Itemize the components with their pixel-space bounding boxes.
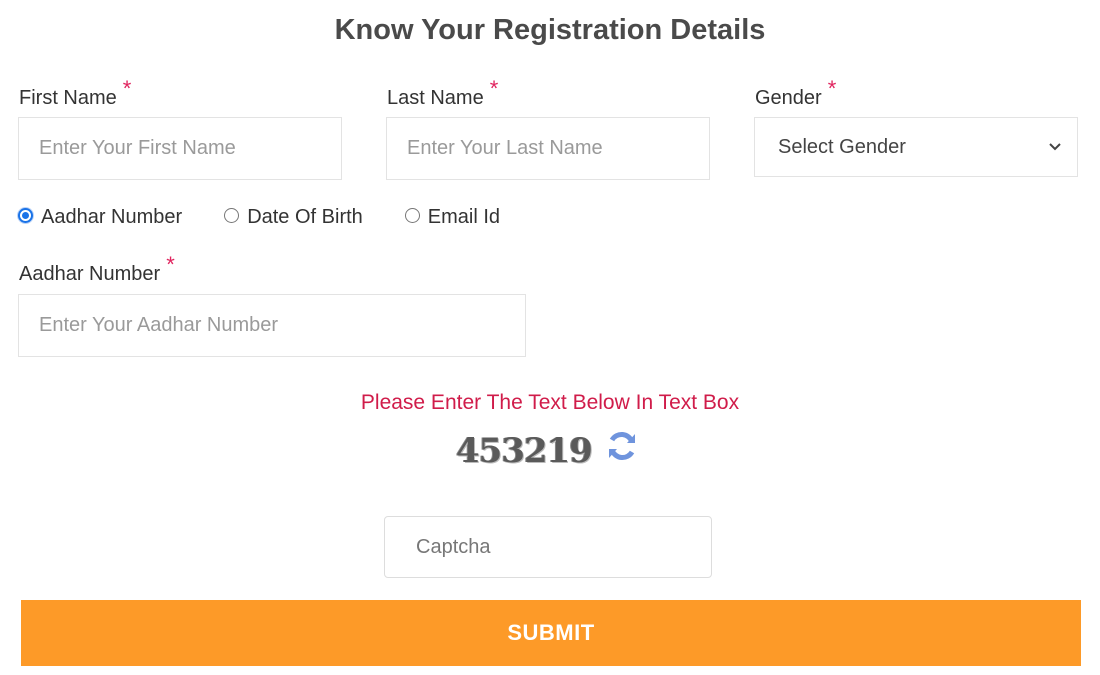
last-name-label-text: Last Name — [387, 87, 484, 109]
radio-label: Email Id — [427, 206, 501, 228]
required-mark: * — [122, 76, 132, 101]
radio-label: Aadhar Number — [41, 206, 183, 228]
aadhar-number-label-text: Aadhar Number — [19, 263, 161, 285]
gender-selected-value: Select Gender — [778, 135, 906, 158]
chevron-down-icon — [1049, 143, 1061, 151]
aadhar-number-label: Aadhar Number * — [19, 252, 175, 286]
first-name-input[interactable] — [18, 117, 342, 180]
submit-button[interactable]: SUBMIT — [21, 600, 1081, 666]
radio-button[interactable] — [404, 208, 420, 223]
gender-label-text: Gender — [755, 87, 822, 109]
first-name-label: First Name * — [19, 76, 131, 110]
gender-label: Gender * — [755, 76, 836, 110]
last-name-label: Last Name * — [387, 76, 498, 110]
radio-aadhar-number[interactable]: Aadhar Number — [18, 206, 182, 229]
first-name-label-text: First Name — [19, 87, 117, 109]
aadhar-number-input[interactable] — [18, 294, 526, 357]
refresh-icon[interactable] — [604, 428, 640, 464]
radio-email-id[interactable]: Email Id — [404, 206, 501, 229]
last-name-input[interactable] — [386, 117, 710, 180]
radio-date-of-birth[interactable]: Date Of Birth — [224, 206, 363, 229]
radio-button-checked[interactable] — [18, 208, 33, 223]
required-mark: * — [166, 252, 175, 277]
radio-button[interactable] — [224, 208, 240, 223]
radio-label: Date Of Birth — [247, 206, 363, 228]
gender-select[interactable]: Select Gender — [754, 117, 1078, 177]
captcha-input[interactable] — [384, 516, 712, 578]
captcha-prompt: Please Enter The Text Below In Text Box — [360, 391, 740, 414]
captcha-code-image: 453219 — [456, 431, 593, 471]
search-by-radio-group: Aadhar Number Date Of Birth Email Id — [18, 206, 500, 229]
required-mark: * — [827, 76, 837, 101]
required-mark: * — [489, 76, 499, 101]
page-title: Know Your Registration Details — [334, 14, 766, 46]
